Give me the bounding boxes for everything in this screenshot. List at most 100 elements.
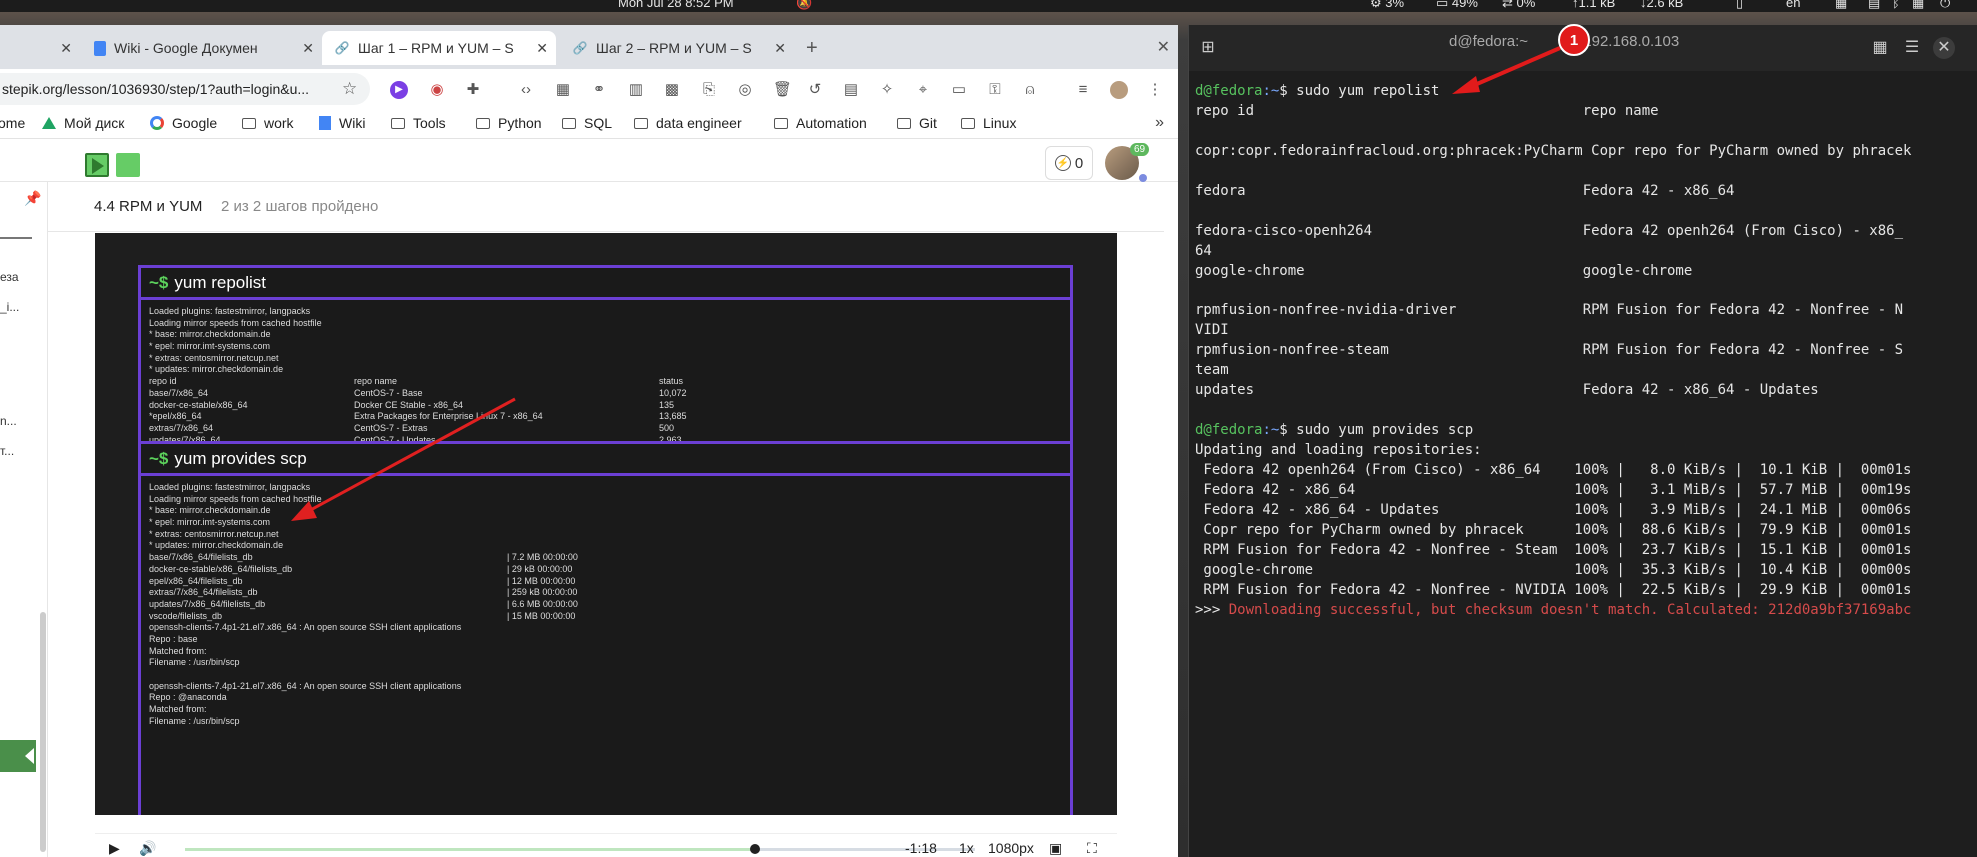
notes-icon[interactable]: ▤	[842, 81, 860, 99]
bookmark-folder-work[interactable]: work	[242, 115, 294, 131]
table-icon[interactable]: ▦	[554, 81, 572, 99]
video-command-header: ~$ yum repolist	[141, 268, 1070, 300]
playback-speed[interactable]: 1x	[959, 840, 974, 856]
sidebar-item-label[interactable]: n...	[0, 414, 17, 428]
bookmark-folder-python[interactable]: Python	[476, 115, 542, 131]
video-quality[interactable]: 1080px	[988, 840, 1034, 856]
location-icon[interactable]: ⌖	[914, 81, 932, 99]
card-icon[interactable]: ▭	[950, 81, 968, 99]
key-icon[interactable]: ⚿	[986, 81, 1004, 99]
keyboard-language[interactable]: en	[1786, 0, 1800, 10]
code-icon[interactable]: ‹›	[517, 81, 535, 99]
step-navigation: ⚡ 0 69	[0, 140, 1178, 182]
command-repolist: sudo yum repolist	[1296, 83, 1440, 99]
energy-counter[interactable]: ⚡ 0	[1045, 146, 1093, 180]
lesson-title[interactable]: 4.4 RPM и YUM	[94, 198, 202, 215]
video-command: yum repolist	[174, 272, 267, 292]
incognito-icon[interactable]: ⍝	[1021, 81, 1039, 99]
pin-icon[interactable]: 📌	[24, 190, 41, 207]
video-output-line: * epel: mirror.imt-systems.com	[149, 517, 271, 528]
video-output-row: epel/x86_64/filelists_db | 12 MB 00:00:00	[149, 575, 576, 586]
tab-overview-icon[interactable]: ▦	[1869, 37, 1891, 59]
tab-step-2[interactable]: 🔗 Шаг 2 – RPM и YUM – S ✕	[560, 31, 794, 65]
tab-close-icon[interactable]: ✕	[60, 40, 72, 57]
reader-icon[interactable]: ▥	[627, 81, 645, 99]
sidebar-item-label[interactable]: еза	[0, 270, 19, 284]
new-tab-button[interactable]: +	[806, 37, 818, 60]
video-seekbar[interactable]	[185, 848, 755, 851]
bookmark-folder-linux[interactable]: Linux	[961, 115, 1016, 131]
translate-icon[interactable]: ⎘	[700, 81, 718, 99]
bookmark-google[interactable]: Google	[150, 115, 217, 131]
grid-icon[interactable]: ▤	[1868, 0, 1880, 11]
window-close-icon[interactable]: ✕	[1157, 37, 1170, 57]
history-icon[interactable]: ↺	[806, 81, 824, 99]
video-output-line: Matched from:	[149, 704, 207, 715]
bookmark-my-drive[interactable]: Мой диск	[42, 115, 124, 131]
terminal-output[interactable]: d@fedora:~$ sudo yum repolist repo id re…	[1195, 82, 1911, 621]
bookmark-label: work	[264, 115, 294, 131]
bookmark-folder-automation[interactable]: Automation	[774, 115, 867, 131]
bookmarks-overflow-icon[interactable]: »	[1155, 114, 1164, 132]
qr-icon[interactable]: ▩	[663, 81, 681, 99]
swap-indicator: ⇄ 0%	[1502, 0, 1536, 10]
folder-icon	[897, 117, 911, 129]
media-icon[interactable]: ≡	[1074, 81, 1092, 99]
extension-play-icon[interactable]: ▶	[390, 81, 408, 99]
clock[interactable]: Mon Jul 28 8:52 PM	[618, 0, 734, 10]
play-icon[interactable]: ▶	[109, 840, 120, 857]
bookmark-wiki[interactable]: Wiki	[319, 115, 365, 131]
address-bar[interactable]: stepik.org/lesson/1036930/step/1?auth=lo…	[0, 73, 370, 105]
extension-shield-icon[interactable]: ◉	[428, 81, 446, 99]
bookmark-folder-tools[interactable]: Tools	[391, 115, 446, 131]
tab-previous[interactable]: ✕	[0, 31, 80, 65]
bookmark-home[interactable]: ome	[0, 115, 25, 131]
avatar-badge: 69	[1130, 143, 1150, 156]
close-icon[interactable]: ✕	[1933, 37, 1955, 59]
tab-close-icon[interactable]: ✕	[302, 40, 314, 57]
fullscreen-icon[interactable]: ⛶	[1087, 840, 1097, 857]
sidebar-item-label[interactable]: _i...	[0, 300, 19, 314]
step-1-button[interactable]	[85, 153, 109, 177]
pip-icon[interactable]: ▣	[1049, 840, 1062, 857]
tab-close-icon[interactable]: ✕	[774, 40, 786, 57]
new-tab-icon[interactable]: ⊞	[1197, 37, 1219, 59]
trash-icon[interactable]: 🗑	[773, 81, 792, 99]
bookmark-folder-data-engineer[interactable]: data engineer	[634, 115, 742, 131]
hamburger-menu-icon[interactable]: ☰	[1901, 37, 1923, 59]
clipboard-icon[interactable]: ▯	[1736, 0, 1743, 11]
bookmark-star-icon[interactable]: ☆	[342, 79, 357, 99]
sidebar-resize-handle[interactable]	[0, 237, 32, 239]
tab-step-1[interactable]: 🔗 Шаг 1 – RPM и YUM – S ✕	[322, 31, 556, 65]
bookmark-label: Linux	[983, 115, 1017, 131]
sidebar-scrollbar[interactable]	[40, 612, 46, 852]
tab-close-icon[interactable]: ✕	[536, 40, 548, 57]
seek-handle[interactable]	[750, 844, 760, 854]
bookmark-label: Tools	[413, 115, 446, 131]
sidebar-item-label[interactable]: т...	[0, 444, 14, 458]
video-output-line: openssh-clients-7.4p1-21.el7.x86_64 : An…	[149, 680, 462, 691]
tab-wiki[interactable]: Wiki - Google Докумен ✕	[82, 31, 322, 65]
video-seekbar-remaining[interactable]	[755, 848, 975, 851]
step-2-button[interactable]	[116, 153, 140, 177]
volume-icon[interactable]: 🔊	[139, 840, 156, 857]
browser-menu-icon[interactable]: ⋮	[1146, 81, 1164, 99]
collapse-arrow-icon	[25, 748, 34, 764]
folder-icon	[242, 117, 256, 129]
bookmark-label: Git	[919, 115, 937, 131]
extensions-puzzle-icon[interactable]: ✚	[464, 81, 482, 99]
sidebar-active-lesson[interactable]	[0, 740, 36, 772]
bluetooth-icon[interactable]: ᛒ	[1892, 0, 1900, 10]
video-player[interactable]: ~$ yum repolist Loaded plugins: fastestmi…	[95, 233, 1117, 815]
magic-icon[interactable]: ✧	[878, 81, 896, 99]
video-output-line: Repo : base	[149, 633, 198, 644]
network-icon[interactable]: ▦	[1912, 0, 1924, 11]
command-provides: sudo yum provides scp	[1296, 422, 1474, 439]
bookmark-folder-sql[interactable]: SQL	[562, 115, 612, 131]
bookmark-folder-git[interactable]: Git	[897, 115, 937, 131]
screenshot-icon[interactable]: ◎	[736, 81, 754, 99]
power-icon[interactable]: ⏻	[1940, 0, 1950, 11]
link-icon[interactable]: ⚭	[590, 81, 608, 99]
profile-avatar[interactable]	[1110, 81, 1128, 99]
apps-grid-icon[interactable]: ▦	[1835, 0, 1847, 11]
